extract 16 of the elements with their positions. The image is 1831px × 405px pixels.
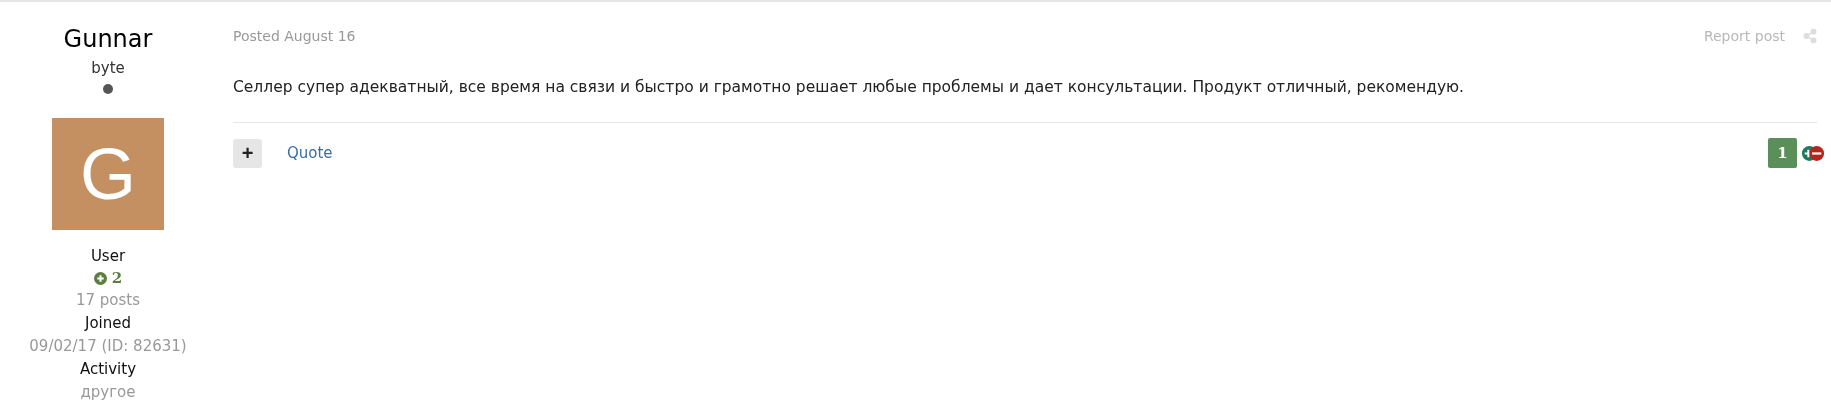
quote-link[interactable]: Quote [287,144,333,162]
rank-label: User [90,246,126,267]
post-count: 17 posts [75,290,141,311]
reputation-badge: 1 [1768,138,1797,168]
vote-icon[interactable] [1801,144,1825,162]
multiquote-button[interactable]: + [233,138,262,168]
plus-circle-icon [93,271,107,285]
activity-label: Activity [79,359,137,380]
joined-date: 09/02/17 (ID: 82631) [29,336,187,357]
post-date: Posted August 16 [233,28,356,44]
post-body: Селлер супер адекватный, все время на связи и быстро и грамотно решает любые проблемы и дает консультации. Продукт отличный, рекомендую. [233,77,1466,98]
reputation-count: 2 [111,268,123,289]
author-name[interactable]: Gunnar [63,24,153,54]
joined-label: Joined [85,313,131,334]
member-title: byte [91,58,125,78]
activity-value: другое [80,382,136,403]
